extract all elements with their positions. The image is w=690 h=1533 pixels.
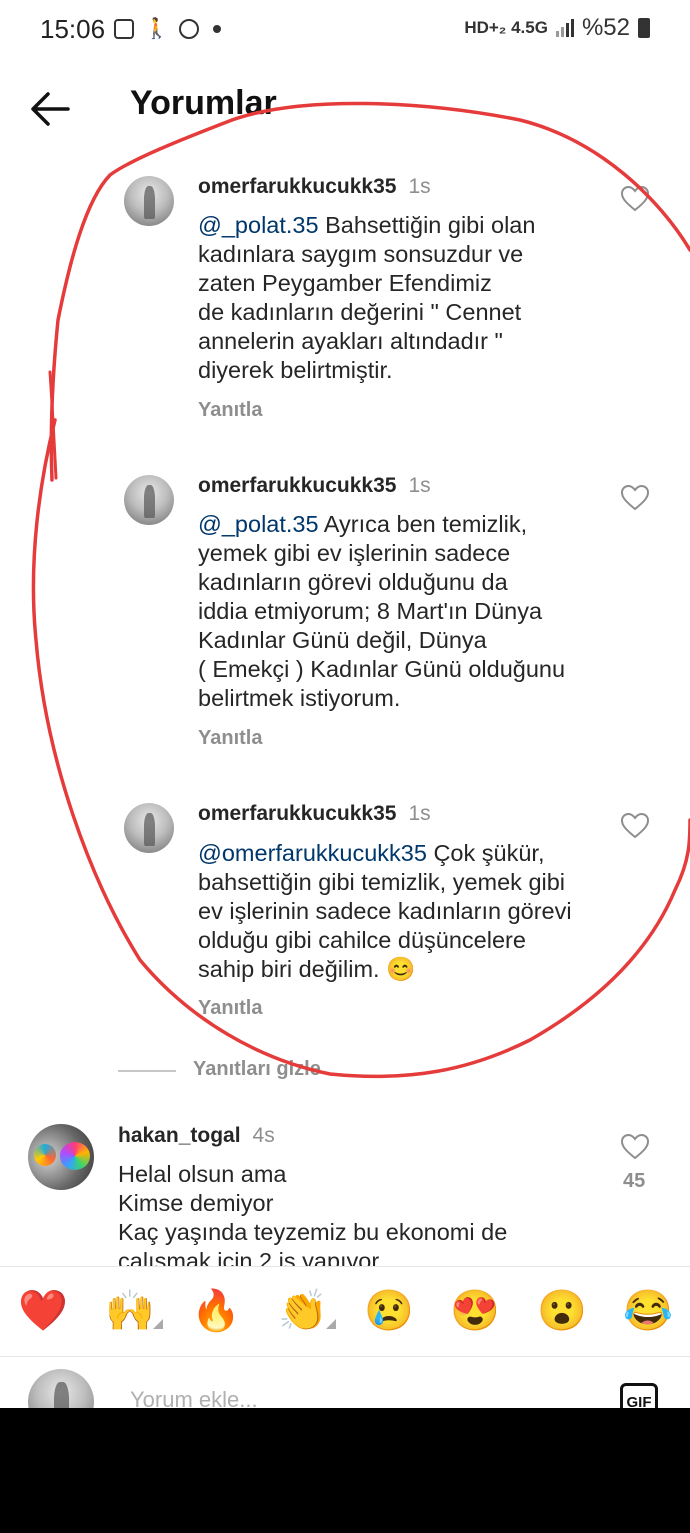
page-title: Yorumlar [130, 84, 277, 122]
avatar[interactable] [124, 475, 174, 525]
comment-time: 1s [408, 474, 431, 497]
like-heart-icon[interactable] [621, 186, 649, 212]
back-arrow-icon[interactable] [28, 86, 74, 132]
status-system-icons: HD+₂ 4.5G %52 [464, 14, 650, 42]
status-notification-icons: 🚶 [114, 16, 221, 41]
comment-username[interactable]: omerfarukkucukk35 1s [198, 175, 431, 199]
gif-button[interactable]: GIF [620, 1383, 658, 1409]
skin-tone-indicator [326, 1319, 336, 1329]
emoji-heart-eyes[interactable]: 😍 [450, 1287, 500, 1335]
emoji-tears-of-joy[interactable]: 😂 [623, 1287, 673, 1335]
battery-percent: %52 [581, 14, 630, 41]
g-app-icon [114, 18, 134, 39]
comment-time: 1s [408, 802, 431, 825]
status-time: 15:06 [40, 14, 106, 44]
comment-text: @omerfarukkucukk35 Çok şükür, bahsettiği… [198, 840, 572, 982]
comments-header: Yorumlar [0, 70, 690, 150]
emoji-quick-bar: ❤️ 🙌 🔥 👏 😢 😍 😮 😂 [0, 1266, 690, 1357]
comment-input[interactable]: Yorum ekle... [130, 1387, 258, 1409]
signal-icon [555, 19, 574, 37]
main-comment: hakan_togal 4s Helal olsun ama Kimse demi… [0, 1110, 690, 1266]
avatar[interactable] [28, 1124, 94, 1190]
comment-time: 4s [252, 1124, 275, 1147]
reply-button[interactable]: Yanıtla [198, 727, 262, 750]
reply-button[interactable]: Yanıtla [198, 997, 262, 1020]
reply-button[interactable]: Yanıtla [198, 399, 262, 422]
comment-text: @_polat.35 Ayrıca ben temizlik, yemek gi… [198, 511, 566, 711]
battery-icon [638, 18, 650, 38]
comment-username[interactable]: omerfarukkucukk35 1s [198, 802, 431, 826]
whatsapp-icon [178, 18, 199, 39]
emoji-clapping[interactable]: 👏 [278, 1287, 336, 1335]
avatar[interactable] [124, 803, 174, 853]
emoji-crying[interactable]: 😢 [364, 1287, 414, 1335]
network-indicator: HD+₂ 4.5G [464, 18, 548, 37]
like-heart-icon[interactable] [621, 485, 649, 511]
comment-compose-bar: Yorum ekle... GIF [0, 1356, 690, 1409]
comment-username[interactable]: omerfarukkucukk35 1s [198, 474, 431, 498]
divider [118, 1070, 176, 1072]
like-heart-icon[interactable] [621, 813, 649, 839]
mention-link[interactable]: @omerfarukkucukk35 [198, 840, 427, 866]
like-heart-icon[interactable] [621, 1134, 649, 1160]
emoji-raising-hands[interactable]: 🙌 [105, 1287, 163, 1335]
more-notifications-dot [212, 24, 221, 33]
mention-link[interactable]: @_polat.35 [198, 511, 319, 537]
status-bar: 15:06 🚶 HD+₂ 4.5G %52 [0, 0, 690, 60]
comment-username[interactable]: hakan_togal 4s [118, 1124, 275, 1148]
comment-text: Helal olsun ama Kimse demiyor Kaç yaşınd… [118, 1161, 508, 1266]
blank-bottom-area [0, 1408, 690, 1533]
comment-text: @_polat.35 Bahsettiğin gibi olan kadınla… [198, 212, 536, 383]
like-count: 45 [623, 1170, 646, 1192]
emoji-red-heart[interactable]: ❤️ [18, 1287, 68, 1335]
walking-icon: 🚶 [144, 18, 169, 40]
emoji-surprised[interactable]: 😮 [537, 1287, 587, 1335]
avatar[interactable] [124, 176, 174, 226]
comment-time: 1s [408, 175, 431, 198]
skin-tone-indicator [153, 1319, 163, 1329]
avatar [28, 1369, 94, 1409]
mention-link[interactable]: @_polat.35 [198, 212, 319, 238]
hide-replies-button[interactable]: Yanıtları gizle [193, 1058, 321, 1081]
emoji-fire[interactable]: 🔥 [191, 1287, 241, 1335]
